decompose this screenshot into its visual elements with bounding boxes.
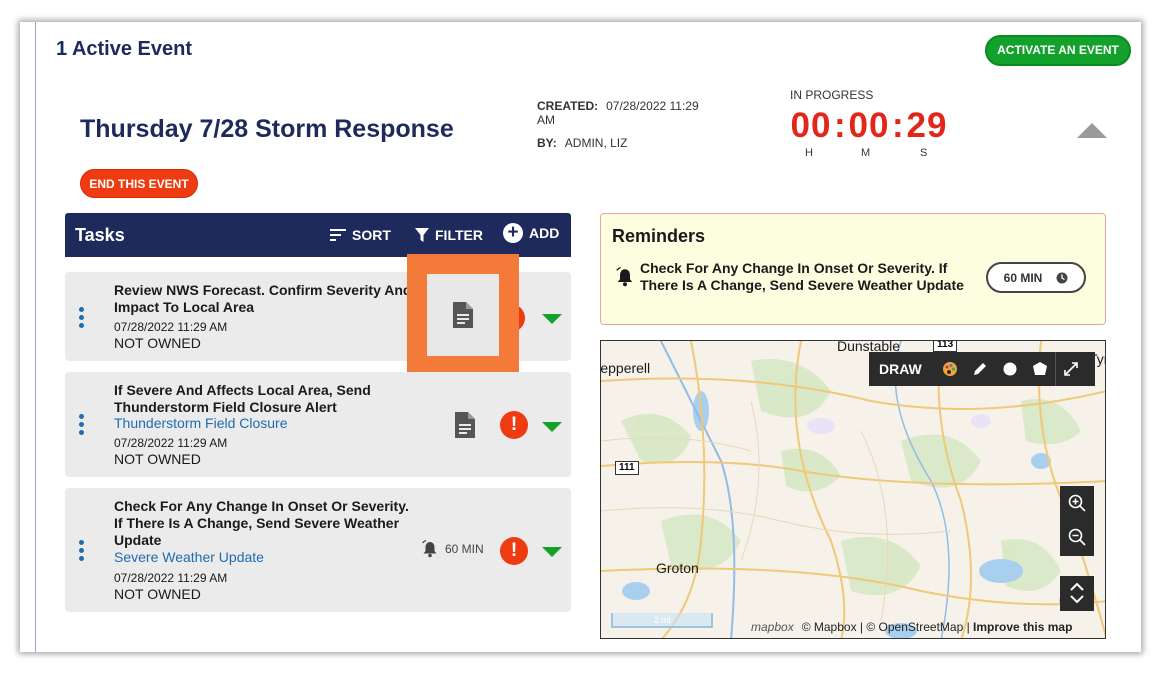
route-shield: 113	[933, 341, 958, 352]
map-attribution: mapbox © Mapbox | © OpenStreetMap | Impro…	[751, 620, 1072, 634]
zoom-out-icon[interactable]	[1062, 520, 1092, 554]
add-label: ADD	[529, 225, 560, 241]
add-task-button[interactable]: + ADD	[503, 223, 559, 243]
sort-button[interactable]: SORT	[330, 227, 391, 243]
draw-label: DRAW	[879, 361, 922, 377]
task-owner: NOT OWNED	[114, 335, 201, 351]
task-title: Check For Any Change In Onset Or Severit…	[114, 498, 409, 548]
chevron-down-icon[interactable]	[542, 314, 562, 324]
task-menu-icon[interactable]	[79, 540, 85, 561]
app-frame: 1 Active Event ACTIVATE AN EVENT Thursda…	[20, 22, 1141, 652]
timer-hours-unit: H	[805, 147, 813, 159]
task-menu-icon[interactable]	[79, 307, 85, 328]
end-event-button[interactable]: END THIS EVENT	[80, 169, 198, 198]
reminder-interval-label: 60 MIN	[1003, 270, 1043, 285]
sort-label: SORT	[352, 227, 391, 243]
mapbox-logo[interactable]: mapbox	[751, 620, 794, 634]
task-date: 07/28/2022 11:29 AM	[114, 436, 228, 450]
task-date: 07/28/2022 11:29 AM	[114, 571, 228, 585]
sort-icon	[330, 229, 346, 241]
task-owner: NOT OWNED	[114, 451, 201, 467]
clock-icon	[1056, 272, 1068, 283]
page-title: 1 Active Event	[56, 38, 192, 60]
attribution-text[interactable]: © Mapbox | © OpenStreetMap |	[802, 620, 970, 634]
timer-seconds: 29	[906, 106, 948, 145]
filter-button[interactable]: FILTER	[415, 227, 483, 243]
reminders-panel: Reminders Check For Any Change In Onset …	[600, 213, 1106, 325]
timer-minutes: 00	[848, 106, 890, 145]
task-reminder: 60 MIN	[421, 540, 484, 558]
event-map[interactable]: Dunstable Pepperell Tyngsb Groton 113 11…	[600, 340, 1106, 639]
status-label: IN PROGRESS	[790, 88, 874, 102]
by-value: ADMIN, LIZ	[564, 136, 628, 150]
collapse-arrow-icon[interactable]	[1077, 123, 1107, 138]
route-shield: 111	[615, 461, 639, 475]
highlight-inner	[427, 274, 499, 356]
created-info: CREATED: 07/28/2022 11:29 AM	[537, 99, 717, 127]
task-title: If Severe And Affects Local Area, Send T…	[114, 382, 371, 415]
map-place-label: Groton	[656, 560, 699, 576]
task-card[interactable]: If Severe And Affects Local Area, Send T…	[65, 372, 571, 477]
by-label: BY:	[537, 136, 557, 150]
polygon-draw-icon[interactable]	[1025, 352, 1055, 386]
timer-colon: :	[892, 106, 905, 145]
circle-draw-icon[interactable]	[995, 352, 1025, 386]
reminder-text: Check For Any Change In Onset Or Severit…	[640, 260, 964, 293]
timer-colon: :	[834, 106, 847, 145]
task-reminder-label: 60 MIN	[445, 542, 484, 556]
reset-bearing-icon[interactable]	[1062, 576, 1092, 610]
chevron-down-icon[interactable]	[542, 422, 562, 432]
alert-icon[interactable]: !	[500, 537, 528, 565]
left-border	[35, 22, 36, 652]
created-label: CREATED:	[537, 99, 599, 113]
fullscreen-icon[interactable]	[1056, 352, 1086, 386]
reminders-title: Reminders	[612, 226, 706, 246]
tasks-title: Tasks	[75, 225, 125, 245]
task-date: 07/28/2022 11:29 AM	[114, 320, 228, 334]
zoom-in-icon[interactable]	[1062, 486, 1092, 520]
filter-icon	[415, 228, 429, 242]
elapsed-timer: 00:00:29	[788, 106, 950, 146]
highlight-overlay	[407, 254, 519, 376]
palette-icon[interactable]	[935, 352, 965, 386]
alert-icon[interactable]: !	[500, 411, 528, 439]
reminder-interval-button[interactable]: 60 MIN	[986, 262, 1086, 293]
bell-reminder-icon	[616, 267, 633, 287]
task-card[interactable]: Check For Any Change In Onset Or Severit…	[65, 488, 571, 612]
creator-info: BY: ADMIN, LIZ	[537, 136, 627, 150]
plus-circle-icon: +	[503, 223, 523, 243]
document-icon[interactable]	[455, 412, 475, 438]
task-link[interactable]: Thunderstorm Field Closure	[114, 415, 288, 431]
timer-seconds-unit: S	[920, 147, 928, 159]
map-place-label: Pepperell	[600, 360, 651, 376]
pencil-icon[interactable]	[965, 352, 995, 386]
activate-event-button[interactable]: ACTIVATE AN EVENT	[985, 35, 1131, 66]
task-owner: NOT OWNED	[114, 586, 201, 602]
draw-toolbar: DRAW	[869, 352, 1095, 386]
chevron-down-icon[interactable]	[542, 547, 562, 557]
tasks-header: Tasks SORT FILTER + ADD	[65, 213, 571, 257]
compass-control[interactable]	[1060, 576, 1094, 611]
task-title: Review NWS Forecast. Confirm Severity An…	[114, 282, 412, 315]
zoom-controls	[1060, 486, 1094, 556]
task-link[interactable]: Severe Weather Update	[114, 549, 264, 565]
timer-hours: 00	[790, 106, 832, 145]
task-menu-icon[interactable]	[79, 414, 85, 435]
timer-minutes-unit: M	[861, 147, 871, 159]
document-icon[interactable]	[453, 302, 473, 328]
event-title: Thursday 7/28 Storm Response	[80, 115, 454, 143]
map-scale: 2 mi	[611, 613, 713, 628]
improve-map-link[interactable]: Improve this map	[973, 620, 1072, 634]
filter-label: FILTER	[435, 227, 483, 243]
bell-reminder-icon	[422, 540, 437, 558]
